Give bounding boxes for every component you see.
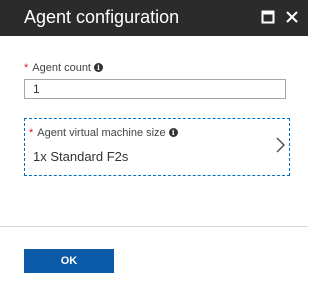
required-marker: *: [29, 127, 34, 139]
info-icon[interactable]: i: [94, 63, 103, 72]
footer-divider: [0, 226, 308, 227]
chevron-right-icon: [276, 137, 285, 153]
close-icon[interactable]: [285, 10, 299, 24]
vm-size-label: * Agent virtual machine size i: [29, 126, 178, 140]
vm-size-label-text: Agent virtual machine size: [37, 127, 166, 139]
blade-header: Agent configuration: [0, 0, 308, 36]
info-icon[interactable]: i: [168, 128, 178, 137]
blade-title: Agent configuration: [24, 7, 180, 27]
agent-count-label: * Agent count i: [24, 61, 103, 75]
required-marker: *: [24, 62, 29, 74]
vm-size-selector[interactable]: * Agent virtual machine size i 1x Standard…: [24, 118, 290, 176]
agent-count-field[interactable]: [24, 79, 286, 99]
maximize-icon[interactable]: [261, 10, 275, 24]
vm-size-value: 1x Standard F2s: [33, 149, 129, 164]
ok-button[interactable]: OK: [24, 249, 114, 273]
agent-count-label-text: Agent count: [32, 62, 91, 74]
